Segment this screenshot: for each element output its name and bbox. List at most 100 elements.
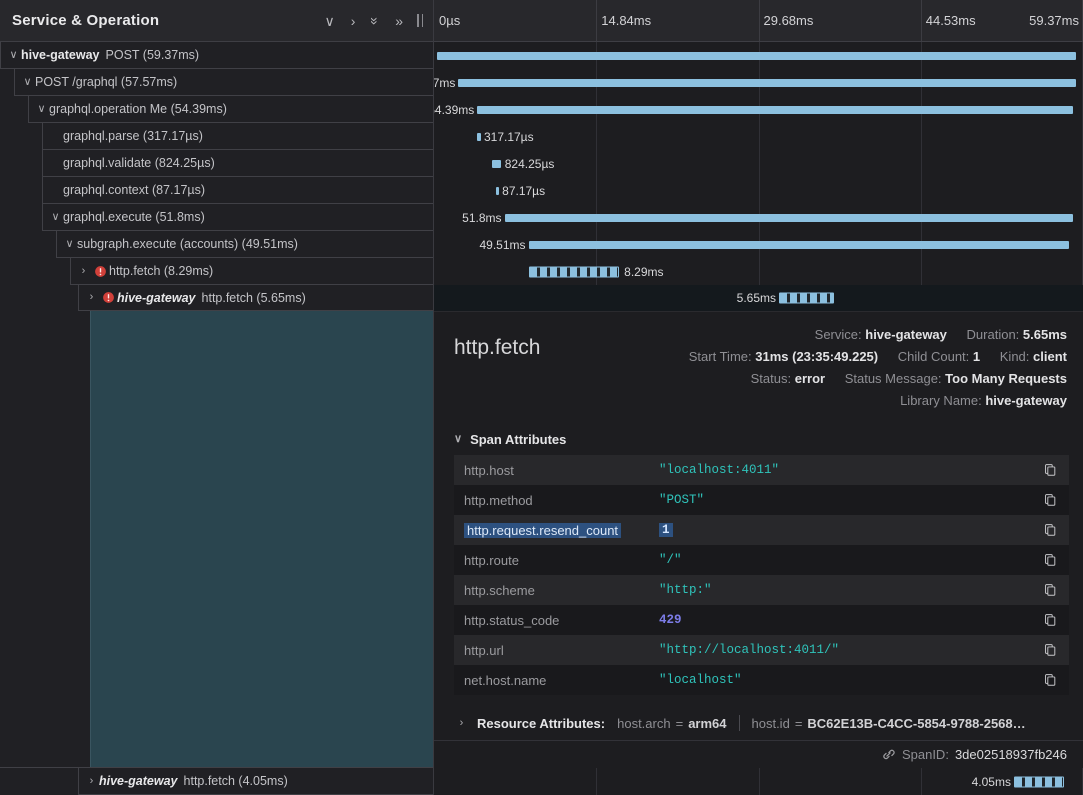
chevron-right-icon[interactable] bbox=[84, 776, 99, 787]
resource-key: host.arch bbox=[617, 716, 670, 731]
chevron-down-icon[interactable] bbox=[48, 212, 63, 223]
chevron-right-icon[interactable] bbox=[76, 266, 91, 277]
tree-row[interactable]: POST /graphql (57.57ms) bbox=[0, 69, 433, 96]
resource-key: host.id bbox=[752, 716, 790, 731]
tree-row-selected[interactable]: hive-gateway http.fetch (5.65ms) bbox=[0, 285, 433, 311]
timeline-row: 57.57ms bbox=[434, 69, 1083, 96]
copy-icon[interactable] bbox=[1041, 523, 1059, 537]
meta-duration: 5.65ms bbox=[1023, 327, 1067, 342]
meta-child-count: 1 bbox=[973, 349, 980, 364]
attribute-key: http.host bbox=[464, 463, 514, 478]
attribute-row[interactable]: http.url "http://localhost:4011/" bbox=[454, 635, 1069, 665]
chevron-down-icon[interactable] bbox=[20, 77, 35, 88]
chevron-down-icon[interactable] bbox=[62, 239, 77, 250]
copy-icon[interactable] bbox=[1041, 643, 1059, 657]
tree-row[interactable]: hive-gateway http.fetch (4.05ms) bbox=[0, 768, 433, 795]
attribute-row[interactable]: net.host.name "localhost" bbox=[454, 665, 1069, 695]
tree-row[interactable]: hive-gateway POST (59.37ms) bbox=[0, 42, 433, 69]
timeline-ruler: 0µs 14.84ms 29.68ms 44.53ms 59.37ms bbox=[434, 0, 1083, 42]
collapse-all-icon[interactable] bbox=[387, 12, 411, 30]
meta-kind: client bbox=[1033, 349, 1067, 364]
span-service: hive-gateway bbox=[117, 291, 196, 305]
copy-icon[interactable] bbox=[1041, 673, 1059, 687]
tree-row[interactable]: subgraph.execute (accounts) (49.51ms) bbox=[0, 231, 433, 258]
attribute-key: http.method bbox=[464, 493, 533, 508]
timeline-rows: 57.57ms 54.39ms 317.17µs 824.25µs 87.17µ… bbox=[434, 42, 1083, 795]
timeline-row: 8.29ms bbox=[434, 258, 1083, 285]
copy-icon[interactable] bbox=[1041, 583, 1059, 597]
panel-resize-handle[interactable] bbox=[413, 14, 427, 27]
copy-icon[interactable] bbox=[1041, 613, 1059, 627]
chevron-down-icon[interactable] bbox=[34, 104, 49, 115]
span-bar[interactable] bbox=[1014, 776, 1064, 787]
span-duration-label: 57.57ms bbox=[434, 76, 455, 90]
span-service: hive-gateway bbox=[21, 48, 100, 62]
timeline-row-selected: 5.65ms bbox=[434, 285, 1083, 311]
span-id-footer: SpanID: 3de02518937fb246 bbox=[434, 740, 1083, 768]
attribute-row[interactable]: http.route "/" bbox=[454, 545, 1069, 575]
attribute-row[interactable]: http.host "localhost:4011" bbox=[454, 455, 1069, 485]
span-operation: http.fetch (4.05ms) bbox=[184, 774, 288, 788]
span-bar[interactable] bbox=[477, 133, 481, 141]
span-operation: graphql.validate (824.25µs) bbox=[63, 156, 215, 170]
timeline-row: 317.17µs bbox=[434, 123, 1083, 150]
span-bar[interactable] bbox=[477, 106, 1073, 114]
ruler-tick: 0µs bbox=[439, 13, 460, 28]
tree-row[interactable]: graphql.parse (317.17µs) bbox=[0, 123, 433, 150]
span-id-label: SpanID: bbox=[902, 747, 949, 762]
span-attributes-header[interactable]: Span Attributes bbox=[454, 426, 1067, 455]
span-operation: graphql.execute (51.8ms) bbox=[63, 210, 205, 224]
span-bar[interactable] bbox=[529, 241, 1070, 249]
tree-row[interactable]: http.fetch (8.29ms) bbox=[0, 258, 433, 285]
span-operation: POST (59.37ms) bbox=[106, 48, 200, 62]
grid-line bbox=[596, 0, 597, 41]
span-bar[interactable] bbox=[779, 293, 834, 304]
attribute-row[interactable]: http.status_code 429 bbox=[454, 605, 1069, 635]
chevron-down-icon[interactable] bbox=[316, 12, 342, 30]
span-bar[interactable] bbox=[458, 79, 1076, 87]
copy-icon[interactable] bbox=[1041, 553, 1059, 567]
tree-header: Service & Operation bbox=[0, 0, 433, 42]
attribute-value: 429 bbox=[659, 613, 682, 627]
grid-line bbox=[759, 0, 760, 41]
tree-header-title: Service & Operation bbox=[12, 12, 316, 29]
span-bar[interactable] bbox=[492, 160, 502, 168]
resource-attributes-row[interactable]: Resource Attributes: host.arch = arm64 h… bbox=[454, 709, 1067, 740]
attribute-row-selected[interactable]: http.request.resend_count 1 bbox=[454, 515, 1069, 545]
span-detail-panel: http.fetch Service: hive-gateway Duratio… bbox=[434, 311, 1083, 768]
copy-icon[interactable] bbox=[1041, 463, 1059, 477]
attribute-row[interactable]: http.scheme "http:" bbox=[454, 575, 1069, 605]
tree-row[interactable]: graphql.operation Me (54.39ms) bbox=[0, 96, 433, 123]
chevron-right-icon bbox=[454, 718, 469, 729]
span-bar[interactable] bbox=[437, 52, 1076, 60]
attribute-value: "localhost" bbox=[659, 673, 742, 687]
resource-value: arm64 bbox=[688, 716, 726, 731]
span-service: hive-gateway bbox=[99, 774, 178, 788]
timeline-row: 87.17µs bbox=[434, 177, 1083, 204]
attribute-value: "localhost:4011" bbox=[659, 463, 779, 477]
chevron-right-icon[interactable] bbox=[84, 292, 99, 303]
attribute-row[interactable]: http.method "POST" bbox=[454, 485, 1069, 515]
tree-row[interactable]: graphql.context (87.17µs) bbox=[0, 177, 433, 204]
span-detail-left-region bbox=[0, 311, 433, 768]
ruler-tick: 29.68ms bbox=[764, 13, 814, 28]
span-bar[interactable] bbox=[529, 266, 619, 277]
tree-row[interactable]: graphql.validate (824.25µs) bbox=[0, 150, 433, 177]
attribute-key: http.request.resend_count bbox=[464, 523, 621, 538]
meta-service: hive-gateway bbox=[865, 327, 947, 342]
span-operation: subgraph.execute (accounts) (49.51ms) bbox=[77, 237, 298, 251]
trace-viewer: Service & Operation hive-gateway POST (5… bbox=[0, 0, 1083, 795]
span-duration-label: 824.25µs bbox=[505, 157, 555, 171]
span-detail-indent-block bbox=[90, 311, 433, 767]
attribute-key: http.status_code bbox=[464, 613, 559, 628]
span-operation: graphql.parse (317.17µs) bbox=[63, 129, 203, 143]
tree-row[interactable]: graphql.execute (51.8ms) bbox=[0, 204, 433, 231]
attribute-value: "http:" bbox=[659, 583, 712, 597]
span-bar[interactable] bbox=[496, 187, 498, 195]
chevron-right-icon[interactable] bbox=[343, 12, 364, 30]
copy-icon[interactable] bbox=[1041, 493, 1059, 507]
expand-all-icon[interactable] bbox=[363, 12, 387, 30]
span-bar[interactable] bbox=[505, 214, 1074, 222]
chevron-down-icon[interactable] bbox=[6, 50, 21, 61]
ruler-tick: 44.53ms bbox=[926, 13, 976, 28]
